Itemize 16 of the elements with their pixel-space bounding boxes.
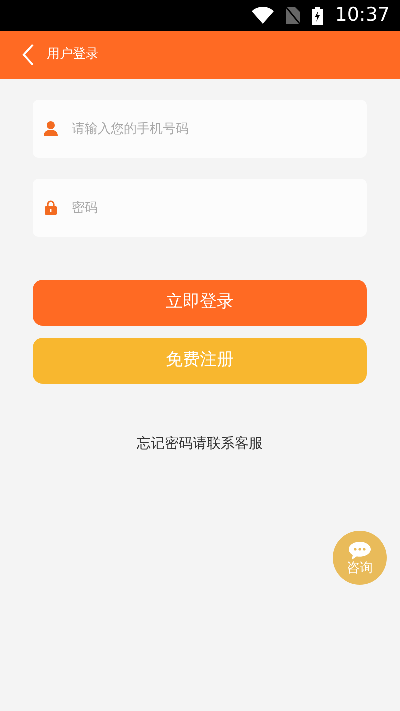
lock-icon [45, 200, 57, 215]
back-icon [22, 43, 35, 67]
password-field[interactable]: 密码 [33, 179, 367, 237]
user-icon [44, 121, 58, 136]
battery-charging-icon [312, 6, 324, 24]
help-text: 忘记密码请联系客服 [137, 435, 263, 454]
phone-field[interactable]: 请输入您的手机号码 [33, 100, 367, 158]
back-button[interactable] [22, 43, 35, 67]
consult-button[interactable]: 咨询 [333, 531, 387, 585]
header-title: 用户登录 [47, 46, 99, 64]
no-sim-icon [286, 7, 300, 24]
chat-bubble-icon [349, 542, 371, 560]
wifi-icon [252, 7, 274, 24]
status-time: 10:37 [335, 3, 390, 28]
login-button[interactable]: 立即登录 [33, 280, 367, 326]
register-button[interactable]: 免费注册 [33, 338, 367, 384]
